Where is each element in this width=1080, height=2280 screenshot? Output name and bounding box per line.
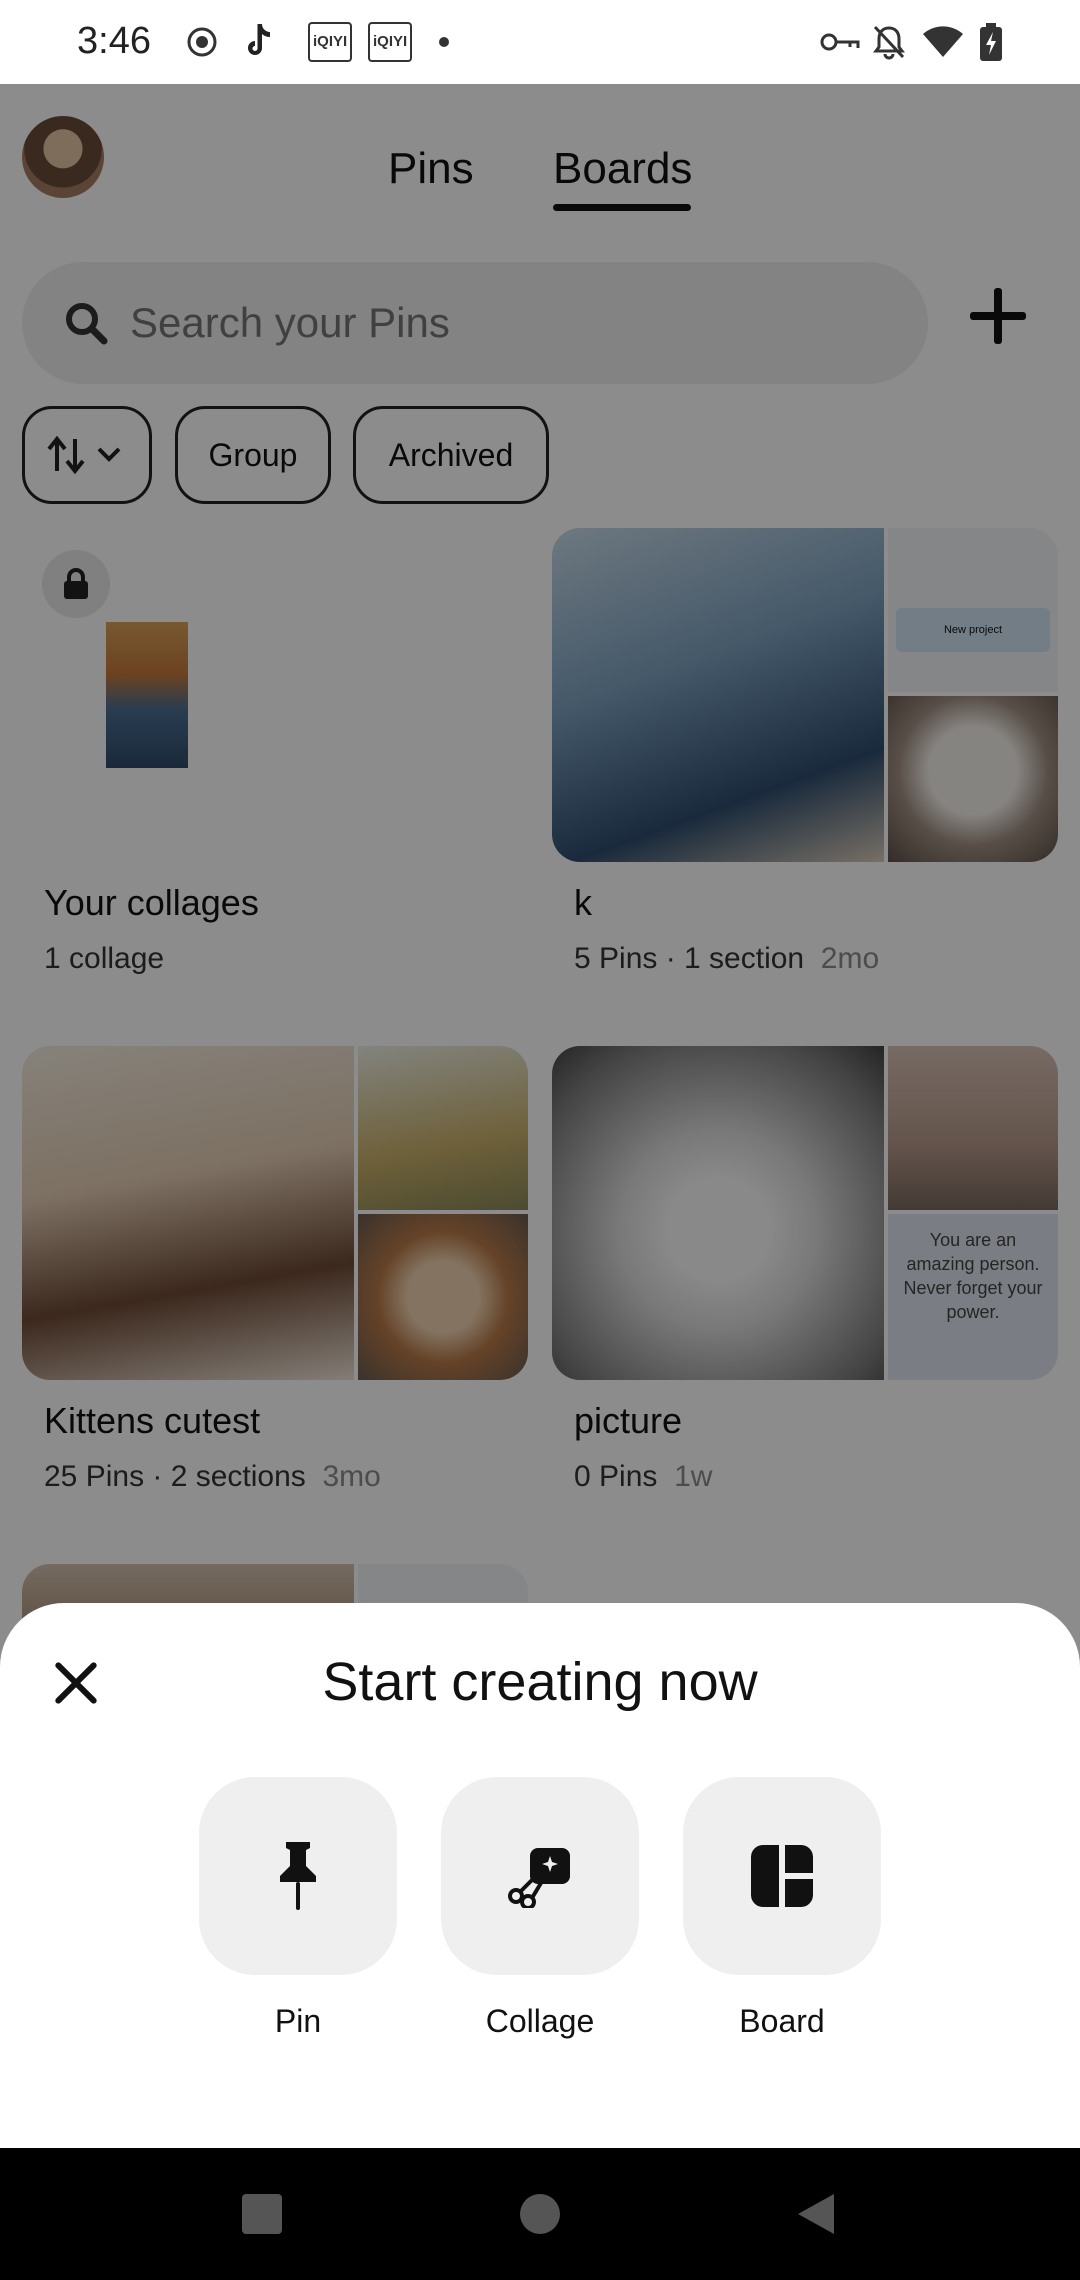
wifi-icon [922,22,964,62]
pushpin-icon [280,1842,316,1910]
recents-button[interactable] [240,2192,284,2236]
iqiyi-icon: iQIYI [368,22,413,62]
dot-icon [438,22,450,62]
create-collage-button[interactable] [441,1777,639,1975]
home-button[interactable] [518,2192,562,2236]
create-board-label: Board [739,2003,825,2039]
sheet-title: Start creating now [322,1652,758,1712]
create-pin-label: Pin [274,2003,322,2039]
record-icon [186,22,218,62]
back-button[interactable] [794,2192,838,2236]
battery-charging-icon [978,22,1004,62]
create-collage-label: Collage [485,2003,595,2039]
tiktok-icon [242,22,278,62]
scissors-collage-icon [508,1848,570,1908]
vpn-key-icon [820,22,860,62]
create-pin-button[interactable] [199,1777,397,1975]
system-nav-bar [0,2148,1080,2280]
create-board-button[interactable] [683,1777,881,1975]
bell-off-icon [872,22,906,62]
iqiyi-icon: iQIYI [308,22,353,62]
status-time: 3:46 [77,20,151,62]
status-bar: 3:46 iQIYI iQIYI [0,0,1080,84]
create-bottom-sheet: Start creating now Pin Collage Board [0,1603,1080,2148]
board-grid-icon [751,1845,813,1907]
